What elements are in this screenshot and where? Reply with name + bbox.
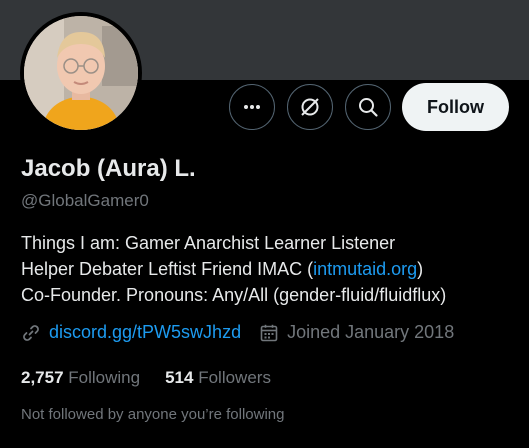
profile-handle: @GlobalGamer0 — [21, 191, 149, 210]
following-count: 2,757 — [21, 368, 64, 387]
website-link[interactable]: discord.gg/tPW5swJhzd — [49, 322, 241, 343]
following-link[interactable]: 2,757 Following — [21, 368, 140, 388]
followers-link[interactable]: 514 Followers — [165, 368, 271, 388]
followers-count: 514 — [165, 368, 194, 387]
bio-line-2-suffix: ) — [417, 259, 424, 279]
followers-label: Followers — [198, 368, 271, 387]
more-button[interactable] — [229, 84, 275, 130]
following-label: Following — [68, 368, 141, 387]
follow-button[interactable]: Follow — [402, 83, 509, 131]
link-icon — [23, 324, 39, 341]
bio-line-2-prefix: Helper Debater Leftist Friend IMAC ( — [21, 259, 314, 279]
calendar-icon — [260, 324, 278, 341]
bio-line-2: Helper Debater Leftist Friend IMAC (intm… — [21, 256, 521, 282]
grok-icon — [301, 98, 319, 116]
not-followed-note: Not followed by anyone you’re following — [21, 406, 285, 423]
bio-line-1: Things I am: Gamer Anarchist Learner Lis… — [21, 233, 396, 253]
profile-meta: discord.gg/tPW5swJhzd Joined January 201… — [21, 322, 454, 343]
profile-name: Jacob (Aura) L. — [21, 155, 196, 182]
joined-item: Joined January 2018 — [259, 322, 454, 343]
search-icon — [359, 98, 378, 117]
profile-stats: 2,757 Following 514 Followers — [21, 368, 296, 388]
bio-link-intmutaid[interactable]: intmutaid.org — [313, 259, 417, 279]
joined-date: Joined January 2018 — [287, 322, 455, 342]
website-item: discord.gg/tPW5swJhzd — [21, 322, 241, 343]
profile-bio: Things I am: Gamer Anarchist Learner Lis… — [21, 230, 521, 308]
bio-line-3: Co-Founder. Pronouns: Any/All (gender-fl… — [21, 285, 447, 305]
avatar[interactable] — [20, 12, 142, 134]
more-icon — [244, 105, 260, 109]
grok-button[interactable] — [287, 84, 333, 130]
search-button[interactable] — [345, 84, 391, 130]
